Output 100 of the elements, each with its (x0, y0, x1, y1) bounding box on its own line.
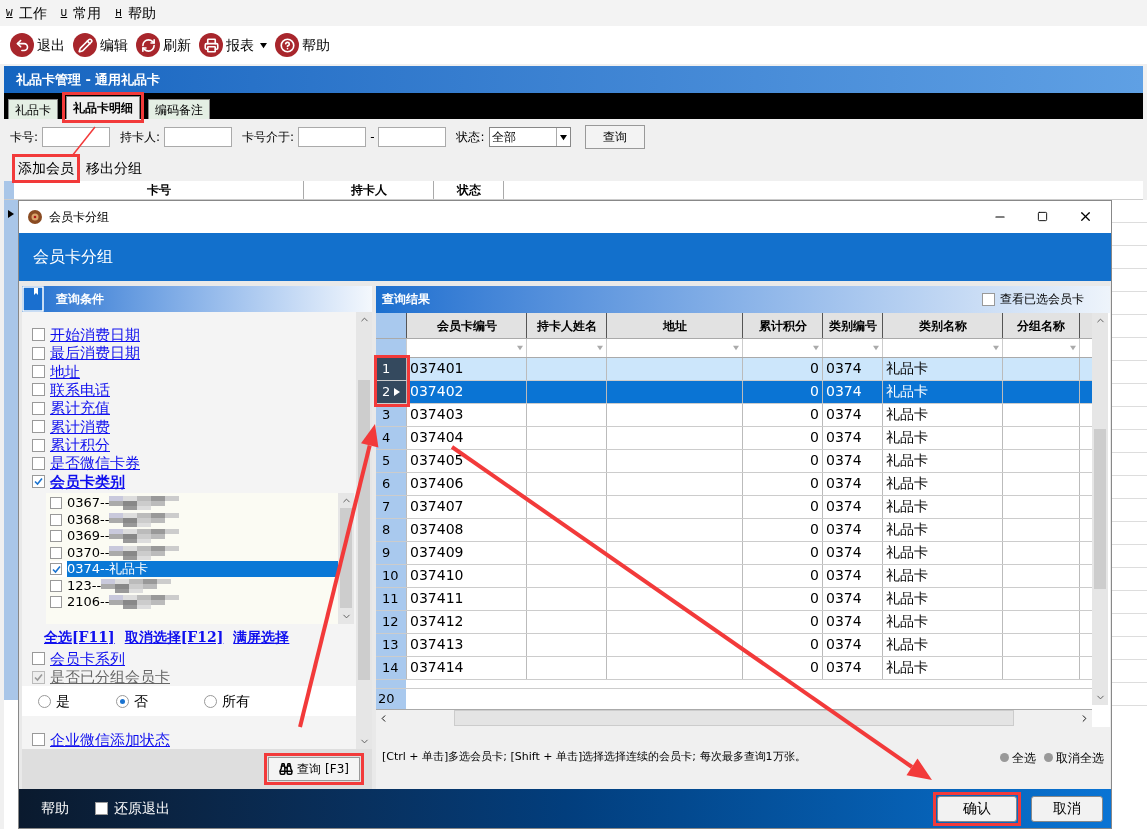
checkbox[interactable] (32, 456, 45, 470)
condition-link[interactable]: 会员卡类别 (50, 472, 125, 491)
table-row[interactable]: 6 037406 0 0374 礼品卡 (376, 472, 1092, 496)
condition-link[interactable]: 企业微信添加状态 (50, 730, 170, 749)
checkbox[interactable] (32, 401, 45, 415)
checkbox[interactable] (50, 579, 62, 592)
condition-link[interactable]: 联系电话 (50, 381, 110, 399)
filter-cell[interactable] (822, 339, 882, 357)
query-button[interactable]: 查询 [F3] (268, 756, 360, 781)
table-row[interactable]: 5 037405 0 0374 礼品卡 (376, 449, 1092, 473)
category-option[interactable]: 123-- (50, 577, 338, 594)
input-field[interactable] (164, 127, 233, 147)
table-row[interactable]: 2 037402 0 0374 礼品卡 (376, 380, 1092, 404)
checkbox[interactable] (50, 513, 62, 526)
checkbox[interactable] (32, 733, 45, 746)
table-row[interactable]: 8 037408 0 0374 礼品卡 (376, 518, 1092, 542)
table-row[interactable]: 3 037403 0 0374 礼品卡 (376, 403, 1092, 427)
table-row[interactable]: 9 037409 0 0374 礼品卡 (376, 541, 1092, 565)
tab[interactable]: 礼品卡 (8, 99, 58, 119)
filter-cell[interactable] (1002, 339, 1079, 357)
column-header[interactable]: 持卡人 (304, 181, 434, 199)
action-button[interactable]: 移出分组 (84, 157, 144, 179)
select-all-button[interactable]: 全选 (1000, 748, 1036, 767)
menu-item[interactable]: U 常用 (60, 2, 102, 24)
column-header[interactable]: 累计积分 (742, 312, 822, 339)
input-field[interactable] (378, 127, 447, 147)
table-row[interactable]: 7 037407 0 0374 礼品卡 (376, 495, 1092, 519)
column-header[interactable]: 类别编号 (822, 312, 882, 339)
toolbar-button[interactable]: 帮助 (275, 33, 330, 57)
tab[interactable]: 编码备注 (148, 99, 210, 119)
toolbar-button[interactable]: 报表 (199, 33, 267, 57)
checkbox[interactable] (50, 596, 62, 609)
condition-link[interactable]: 是否微信卡券 (50, 454, 140, 473)
header-corner[interactable] (376, 312, 406, 339)
menu-item[interactable]: W 工作 (6, 2, 47, 24)
column-header[interactable]: 状态 (434, 181, 504, 199)
column-header[interactable]: 卡号 (14, 181, 304, 199)
toolbar-button[interactable]: 刷新 (136, 33, 191, 57)
input-field[interactable] (298, 127, 367, 147)
cancel-button[interactable]: 取消 (1031, 795, 1103, 822)
table-row[interactable]: 14 037414 0 0374 礼品卡 (376, 656, 1092, 680)
checkbox[interactable] (32, 475, 45, 489)
category-option[interactable]: 0370-- (50, 544, 338, 561)
input-field[interactable] (42, 127, 111, 147)
table-row[interactable]: 13 037413 0 0374 礼品卡 (376, 633, 1092, 657)
checkbox[interactable] (32, 346, 45, 360)
table-row[interactable]: 10 037410 0 0374 礼品卡 (376, 564, 1092, 588)
deselect-all-button[interactable]: 取消全选 (1044, 748, 1104, 767)
select-link[interactable]: 取消选择[F12] (124, 626, 224, 648)
checkbox[interactable] (32, 652, 45, 666)
checkbox[interactable] (50, 546, 62, 559)
toolbar-button[interactable]: 退出 (10, 33, 65, 57)
filter-cell[interactable] (606, 339, 742, 357)
column-header[interactable]: 持卡人姓名 (526, 312, 606, 339)
select-link[interactable]: 满屏选择 (233, 626, 290, 648)
maximize-icon[interactable] (1037, 211, 1048, 223)
checkbox[interactable] (32, 365, 45, 379)
filter-cell[interactable] (742, 339, 822, 357)
radio-button[interactable] (116, 694, 129, 708)
checkbox[interactable] (95, 802, 108, 816)
column-header[interactable]: 类别名称 (882, 312, 1002, 339)
column-header[interactable]: 地址 (606, 312, 742, 339)
category-option[interactable]: 0369-- (50, 527, 338, 545)
category-option[interactable]: 0367-- (50, 494, 338, 512)
table-row[interactable]: 12 037412 0 0374 礼品卡 (376, 610, 1092, 634)
select-link[interactable]: 全选[F11] (44, 626, 115, 648)
help-link[interactable]: 帮助 (41, 798, 69, 820)
condition-link[interactable]: 累计充值 (50, 399, 110, 418)
checkbox[interactable] (982, 292, 995, 306)
condition-link[interactable]: 累计消费 (50, 417, 110, 436)
table-row[interactable]: 11 037411 0 0374 礼品卡 (376, 587, 1092, 611)
radio-option[interactable]: 否 (116, 690, 204, 712)
checkbox[interactable] (32, 420, 45, 434)
filter-cell[interactable] (406, 339, 526, 357)
condition-link[interactable]: 会员卡系列 (50, 649, 125, 668)
condition-link[interactable]: 累计积分 (50, 436, 110, 455)
condition-link[interactable]: 地址 (50, 362, 80, 381)
checkbox[interactable] (50, 497, 62, 510)
table-row[interactable]: 1 037401 0 0374 礼品卡 (376, 357, 1092, 381)
tab[interactable]: 礼品卡明细 (66, 96, 140, 119)
checkbox[interactable] (32, 328, 45, 342)
category-option[interactable]: 0374--礼品卡 (50, 560, 338, 578)
filter-cell[interactable] (526, 339, 606, 357)
radio-option[interactable]: 所有 (204, 690, 284, 712)
radio-option[interactable]: 是 (38, 690, 116, 712)
category-option[interactable]: 0368-- (50, 511, 338, 528)
toolbar-button[interactable]: 编辑 (73, 33, 128, 57)
filter-cell[interactable] (882, 339, 1002, 357)
condition-link[interactable]: 开始消费日期 (50, 325, 140, 344)
column-header[interactable]: 会员卡编号 (406, 312, 526, 339)
scrollbar[interactable] (356, 311, 372, 749)
query-button[interactable]: 查询 (584, 125, 645, 149)
scrollbar[interactable] (1092, 312, 1108, 705)
confirm-button[interactable]: 确认 (937, 795, 1017, 822)
column-header[interactable]: 分组名称 (1002, 312, 1079, 339)
checkbox[interactable] (32, 438, 45, 452)
condition-link[interactable]: 最后消费日期 (50, 344, 140, 363)
category-option[interactable]: 2106-- (50, 593, 338, 611)
table-row[interactable]: 4 037404 0 0374 礼品卡 (376, 426, 1092, 450)
checkbox[interactable] (50, 563, 62, 576)
